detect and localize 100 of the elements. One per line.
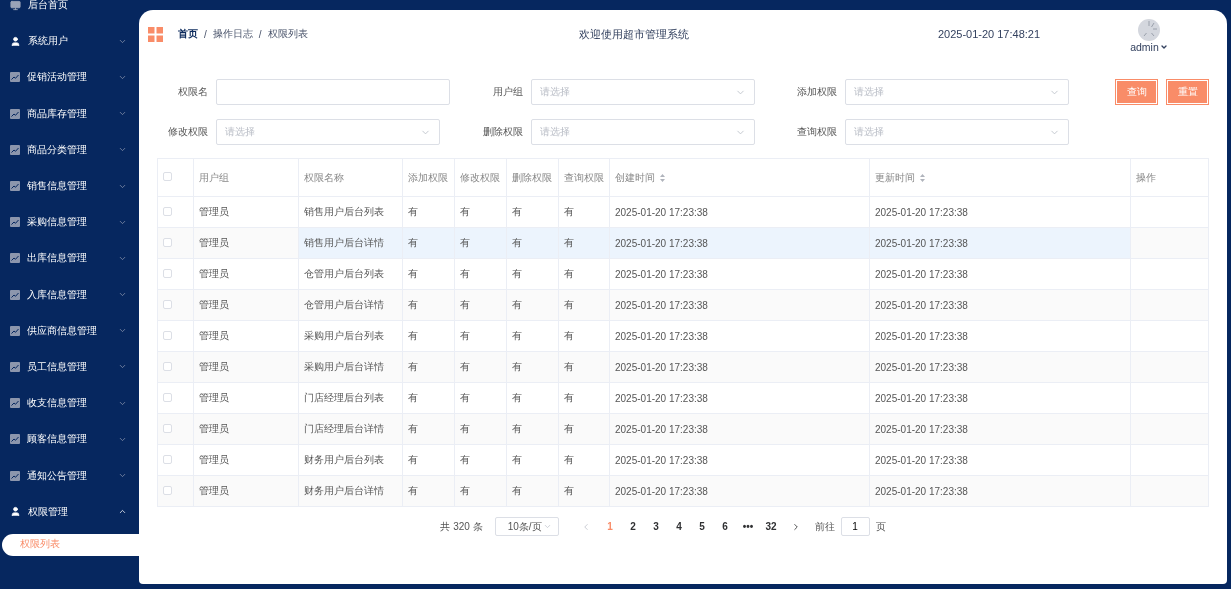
page-number[interactable]: 4: [667, 521, 691, 532]
table-cell: 有: [402, 320, 455, 352]
table-cell: 有: [402, 258, 455, 290]
grid-icon[interactable]: [148, 26, 163, 42]
table-cell: 有: [454, 475, 507, 507]
monitor-icon: [10, 0, 21, 11]
chart-icon: [10, 253, 20, 264]
user-icon: [10, 35, 21, 47]
table-cell: 门店经理后台列表: [298, 382, 403, 414]
sidebar-item[interactable]: 促销活动管理: [0, 59, 139, 96]
page-number[interactable]: 5: [690, 521, 714, 532]
column-header[interactable]: 创建时间: [609, 158, 870, 197]
table-cell: 2025-01-20 17:23:38: [869, 320, 1131, 352]
table-cell: 有: [558, 227, 610, 259]
chart-icon: [10, 361, 20, 372]
sidebar-item[interactable]: 权限管理: [0, 493, 139, 530]
breadcrumb-separator: /: [258, 28, 262, 40]
checkbox[interactable]: [163, 392, 172, 402]
chart-icon: [10, 470, 20, 481]
table-cell: 有: [558, 258, 610, 290]
breadcrumb-link[interactable]: 操作日志: [212, 27, 253, 41]
page-size-select[interactable]: 10条/页: [494, 517, 559, 536]
table-cell: 有: [402, 289, 455, 321]
sort-icon[interactable]: [920, 173, 925, 182]
sort-icon[interactable]: [660, 173, 665, 182]
table-cell: 有: [454, 444, 507, 476]
table-cell: 有: [402, 196, 455, 228]
table-cell: 2025-01-20 17:23:38: [609, 289, 870, 321]
chart-icon: [10, 398, 20, 409]
table-cell: 有: [506, 382, 559, 414]
breadcrumb-link[interactable]: 首页: [178, 27, 198, 41]
table-cell: 有: [558, 351, 610, 383]
sidebar-item[interactable]: 销售信息管理: [0, 167, 139, 205]
checkbox[interactable]: [163, 485, 172, 495]
sidebar-item[interactable]: 采购信息管理: [0, 204, 139, 241]
page-number[interactable]: 6: [713, 521, 737, 532]
checkbox[interactable]: [163, 361, 172, 371]
table-cell: 有: [558, 196, 610, 228]
page-number[interactable]: 3: [644, 521, 668, 532]
checkbox[interactable]: [163, 268, 172, 278]
breadcrumb-separator: /: [204, 28, 207, 40]
table-cell: 管理员: [193, 258, 299, 290]
table-cell: 有: [506, 258, 559, 290]
sidebar-item[interactable]: 顾客信息管理: [0, 421, 139, 458]
page-input[interactable]: 1: [840, 517, 870, 536]
table-cell: 2025-01-20 17:23:38: [869, 475, 1131, 507]
table-cell: 管理员: [193, 444, 299, 476]
sidebar-item[interactable]: 商品分类管理: [0, 131, 139, 168]
column-header[interactable]: 更新时间: [869, 158, 1131, 197]
sidebar-item[interactable]: 收支信息管理: [0, 385, 139, 422]
table-cell: 有: [558, 413, 610, 445]
filter-label: 添加权限: [797, 85, 837, 99]
table-cell: 有: [506, 351, 559, 383]
chart-icon: [10, 144, 20, 155]
table-cell: 2025-01-20 17:23:38: [869, 258, 1131, 290]
table-cell: 有: [454, 320, 507, 352]
page-number[interactable]: 32: [759, 521, 783, 532]
checkbox[interactable]: [163, 206, 172, 216]
sidebar-item[interactable]: 系统用户: [0, 23, 139, 60]
table-cell: 有: [506, 444, 559, 476]
table-cell: 2025-01-20 17:23:38: [609, 351, 870, 383]
column-header: 删除权限: [506, 158, 559, 197]
table-cell: 2025-01-20 17:23:38: [869, 289, 1131, 321]
checkbox[interactable]: [163, 172, 172, 181]
checkbox[interactable]: [163, 423, 172, 433]
checkbox[interactable]: [163, 237, 172, 247]
table-cell: 门店经理后台详情: [298, 413, 403, 445]
table-cell: 有: [558, 289, 610, 321]
table-cell: 2025-01-20 17:23:38: [609, 227, 870, 259]
table-cell: 管理员: [193, 413, 299, 445]
table-cell: 有: [506, 289, 559, 321]
breadcrumb-link[interactable]: 权限列表: [267, 27, 308, 41]
table-cell: 财务用户后台列表: [298, 444, 403, 476]
chevron-down-icon: [542, 522, 552, 531]
sidebar-item[interactable]: 入库信息管理: [0, 276, 139, 313]
user-menu[interactable]: admin: [1130, 41, 1168, 53]
checkbox[interactable]: [163, 330, 172, 340]
goto-label: 前往: [814, 519, 835, 534]
sidebar-item[interactable]: 商品库存管理: [0, 95, 139, 132]
table-cell: 管理员: [193, 382, 299, 414]
checkbox[interactable]: [163, 454, 172, 464]
sidebar-item[interactable]: 通知公告管理: [0, 457, 139, 494]
text-field[interactable]: [216, 79, 450, 105]
checkbox[interactable]: [163, 299, 172, 309]
table-cell: 2025-01-20 17:23:38: [869, 227, 1131, 259]
table-cell: 有: [558, 444, 610, 476]
sidebar-item[interactable]: 后台首页: [0, 0, 139, 24]
page-number[interactable]: •••: [736, 521, 760, 532]
chart-icon: [10, 181, 20, 192]
filter-label: 删除权限: [483, 125, 523, 139]
avatar-icon[interactable]: [1138, 19, 1160, 41]
table-cell: 仓管用户后台详情: [298, 289, 403, 321]
sidebar-item[interactable]: 供应商信息管理: [0, 312, 139, 349]
sidebar-item[interactable]: 出库信息管理: [0, 240, 139, 277]
table-cell: 管理员: [193, 227, 299, 259]
table-cell: 有: [506, 413, 559, 445]
sidebar-item[interactable]: 员工信息管理: [0, 348, 139, 386]
page-title: 欢迎使用超市管理系统: [578, 26, 689, 42]
page-suffix: 页: [875, 519, 886, 534]
page-number[interactable]: 2: [621, 521, 645, 532]
